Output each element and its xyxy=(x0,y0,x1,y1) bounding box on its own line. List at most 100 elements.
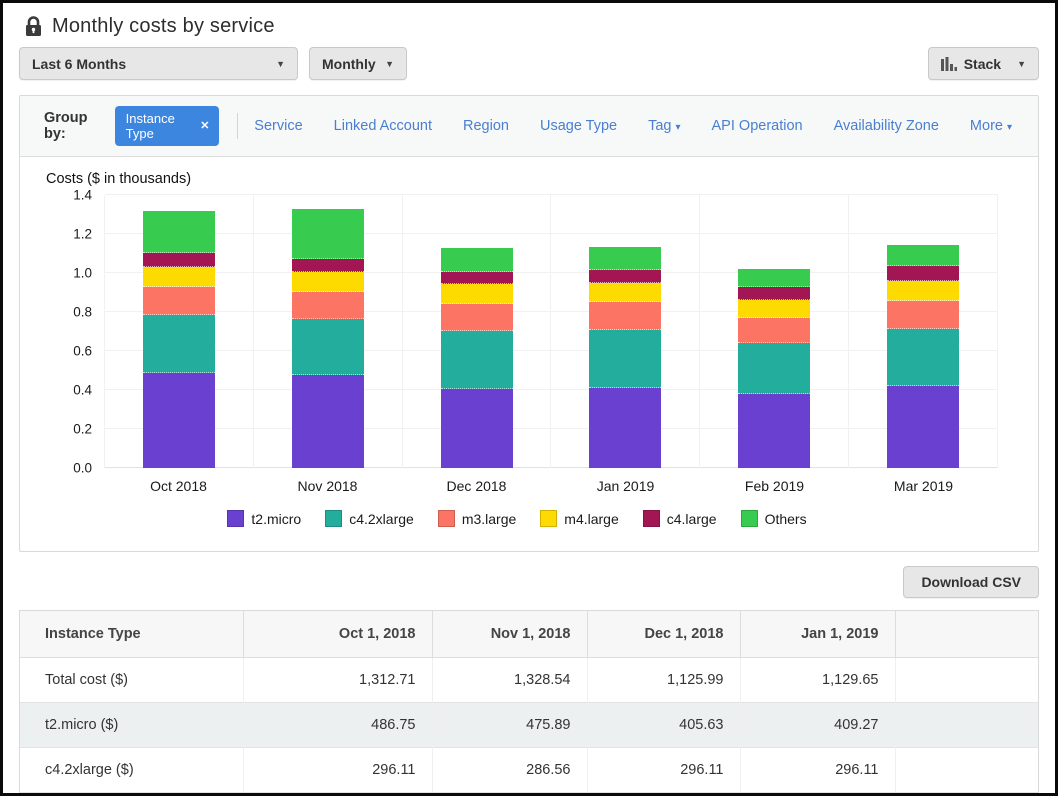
table-cell: 1,129.65 xyxy=(740,658,895,703)
bar-segment-others[interactable] xyxy=(589,247,661,270)
bar-segment-c4-large[interactable] xyxy=(143,253,215,267)
chart-area: Costs ($ in thousands) 1.41.21.00.80.60.… xyxy=(20,157,1038,551)
bar-segment-c4-2xlarge[interactable] xyxy=(887,329,959,386)
table-cell: 296.11 xyxy=(587,748,740,793)
report-header: Monthly costs by service xyxy=(3,3,1055,47)
legend-item-c4-2xlarge[interactable]: c4.2xlarge xyxy=(325,510,414,527)
group-by-bar: Group by: Instance Type ✕ Service Linked … xyxy=(20,96,1038,157)
chevron-down-icon: ▼ xyxy=(1017,59,1026,69)
bar-segment-t2-micro[interactable] xyxy=(292,375,364,468)
y-tick-label: 0.8 xyxy=(73,305,92,320)
stacked-bar-mar-2019[interactable] xyxy=(887,245,959,468)
bar-segment-c4-large[interactable] xyxy=(292,259,364,272)
bar-segment-m3-large[interactable] xyxy=(292,292,364,319)
group-by-option-more[interactable]: More▾ xyxy=(970,118,1012,134)
granularity-dropdown[interactable]: Monthly ▼ xyxy=(309,47,407,80)
x-tick-label: Jan 2019 xyxy=(551,478,700,494)
bar-segment-m4-large[interactable] xyxy=(589,283,661,302)
download-csv-button[interactable]: Download CSV xyxy=(903,566,1039,598)
bar-segment-others[interactable] xyxy=(738,269,810,287)
bar-segment-m3-large[interactable] xyxy=(738,318,810,343)
bar-segment-m4-large[interactable] xyxy=(292,272,364,292)
bar-segment-m4-large[interactable] xyxy=(143,267,215,287)
column-header: Dec 1, 2018 xyxy=(587,611,740,658)
bar-segment-m3-large[interactable] xyxy=(143,287,215,315)
chevron-down-icon: ▾ xyxy=(675,122,680,133)
chart-column xyxy=(551,195,700,468)
chart-column xyxy=(849,195,998,468)
date-range-dropdown[interactable]: Last 6 Months ▼ xyxy=(19,47,298,80)
bar-segment-others[interactable] xyxy=(887,245,959,266)
legend-label: c4.2xlarge xyxy=(349,511,414,527)
bar-segment-c4-large[interactable] xyxy=(738,287,810,300)
bar-segment-t2-micro[interactable] xyxy=(441,389,513,468)
bar-segment-m4-large[interactable] xyxy=(738,300,810,318)
bar-segment-c4-2xlarge[interactable] xyxy=(441,331,513,389)
column-header: Jan 1, 2019 xyxy=(740,611,895,658)
y-tick-label: 0.6 xyxy=(73,344,92,359)
bar-segment-c4-2xlarge[interactable] xyxy=(589,330,661,388)
table-cell: t2.micro ($) xyxy=(20,703,243,748)
group-by-option-api-operation[interactable]: API Operation xyxy=(712,118,803,134)
group-by-option-tag[interactable]: Tag▾ xyxy=(648,118,680,134)
bar-segment-c4-2xlarge[interactable] xyxy=(292,319,364,375)
bar-segment-c4-large[interactable] xyxy=(887,266,959,281)
bar-segment-c4-large[interactable] xyxy=(441,272,513,284)
y-axis: 1.41.21.00.80.60.40.20.0 xyxy=(46,195,104,468)
stacked-bar-nov-2018[interactable] xyxy=(292,209,364,468)
table-cell: 405.63 xyxy=(587,703,740,748)
x-axis: Oct 2018Nov 2018Dec 2018Jan 2019Feb 2019… xyxy=(46,478,998,494)
bar-segment-t2-micro[interactable] xyxy=(887,386,959,468)
table-cell: 296.11 xyxy=(243,748,432,793)
bar-segment-m3-large[interactable] xyxy=(589,302,661,330)
group-by-option-usage-type[interactable]: Usage Type xyxy=(540,118,617,134)
stacked-bar-oct-2018[interactable] xyxy=(143,211,215,468)
group-by-chip-instance-type[interactable]: Instance Type ✕ xyxy=(115,106,220,146)
group-by-label: Group by: xyxy=(44,110,103,142)
bar-segment-c4-large[interactable] xyxy=(589,270,661,283)
group-by-option-linked-account[interactable]: Linked Account xyxy=(334,118,432,134)
group-by-option-availability-zone[interactable]: Availability Zone xyxy=(834,118,939,134)
bar-segment-t2-micro[interactable] xyxy=(143,373,215,468)
stacked-bar-jan-2019[interactable] xyxy=(589,247,661,468)
column-header-filler xyxy=(895,611,1038,658)
legend-swatch xyxy=(540,510,557,527)
bar-segment-m4-large[interactable] xyxy=(441,284,513,304)
bar-segment-m3-large[interactable] xyxy=(441,304,513,331)
column-header: Oct 1, 2018 xyxy=(243,611,432,658)
stacked-bar-feb-2019[interactable] xyxy=(738,269,810,468)
table-cell: 1,312.71 xyxy=(243,658,432,703)
bar-segment-m3-large[interactable] xyxy=(887,301,959,329)
x-tick-label: Oct 2018 xyxy=(104,478,253,494)
bar-segment-others[interactable] xyxy=(292,209,364,259)
bar-segment-t2-micro[interactable] xyxy=(589,388,661,468)
table-cell: 1,125.99 xyxy=(587,658,740,703)
cost-table-container: Instance TypeOct 1, 2018Nov 1, 2018Dec 1… xyxy=(19,610,1039,796)
stacked-bar-dec-2018[interactable] xyxy=(441,248,513,468)
legend-item-m4-large[interactable]: m4.large xyxy=(540,510,618,527)
chevron-down-icon: ▼ xyxy=(276,59,285,69)
date-range-label: Last 6 Months xyxy=(32,56,126,72)
bar-segment-others[interactable] xyxy=(441,248,513,272)
bar-segment-others[interactable] xyxy=(143,211,215,253)
table-cell-filler xyxy=(895,658,1038,703)
bar-segment-t2-micro[interactable] xyxy=(738,394,810,468)
y-tick-label: 0.2 xyxy=(73,422,92,437)
legend-item-t2-micro[interactable]: t2.micro xyxy=(227,510,301,527)
table-cell: 1,328.54 xyxy=(432,658,587,703)
close-icon[interactable]: ✕ xyxy=(200,121,209,132)
table-cell: 286.56 xyxy=(432,748,587,793)
chart-columns xyxy=(105,195,998,468)
bar-segment-m4-large[interactable] xyxy=(887,281,959,301)
legend-item-c4-large[interactable]: c4.large xyxy=(643,510,717,527)
legend-item-m3-large[interactable]: m3.large xyxy=(438,510,516,527)
y-tick-label: 1.4 xyxy=(73,188,92,203)
chart-style-dropdown[interactable]: Stack ▼ xyxy=(928,47,1039,80)
legend-item-others[interactable]: Others xyxy=(741,510,807,527)
group-by-option-service[interactable]: Service xyxy=(254,118,302,134)
bar-segment-c4-2xlarge[interactable] xyxy=(143,315,215,373)
group-by-option-region[interactable]: Region xyxy=(463,118,509,134)
chart-column xyxy=(254,195,403,468)
x-tick-label: Nov 2018 xyxy=(253,478,402,494)
bar-segment-c4-2xlarge[interactable] xyxy=(738,343,810,394)
